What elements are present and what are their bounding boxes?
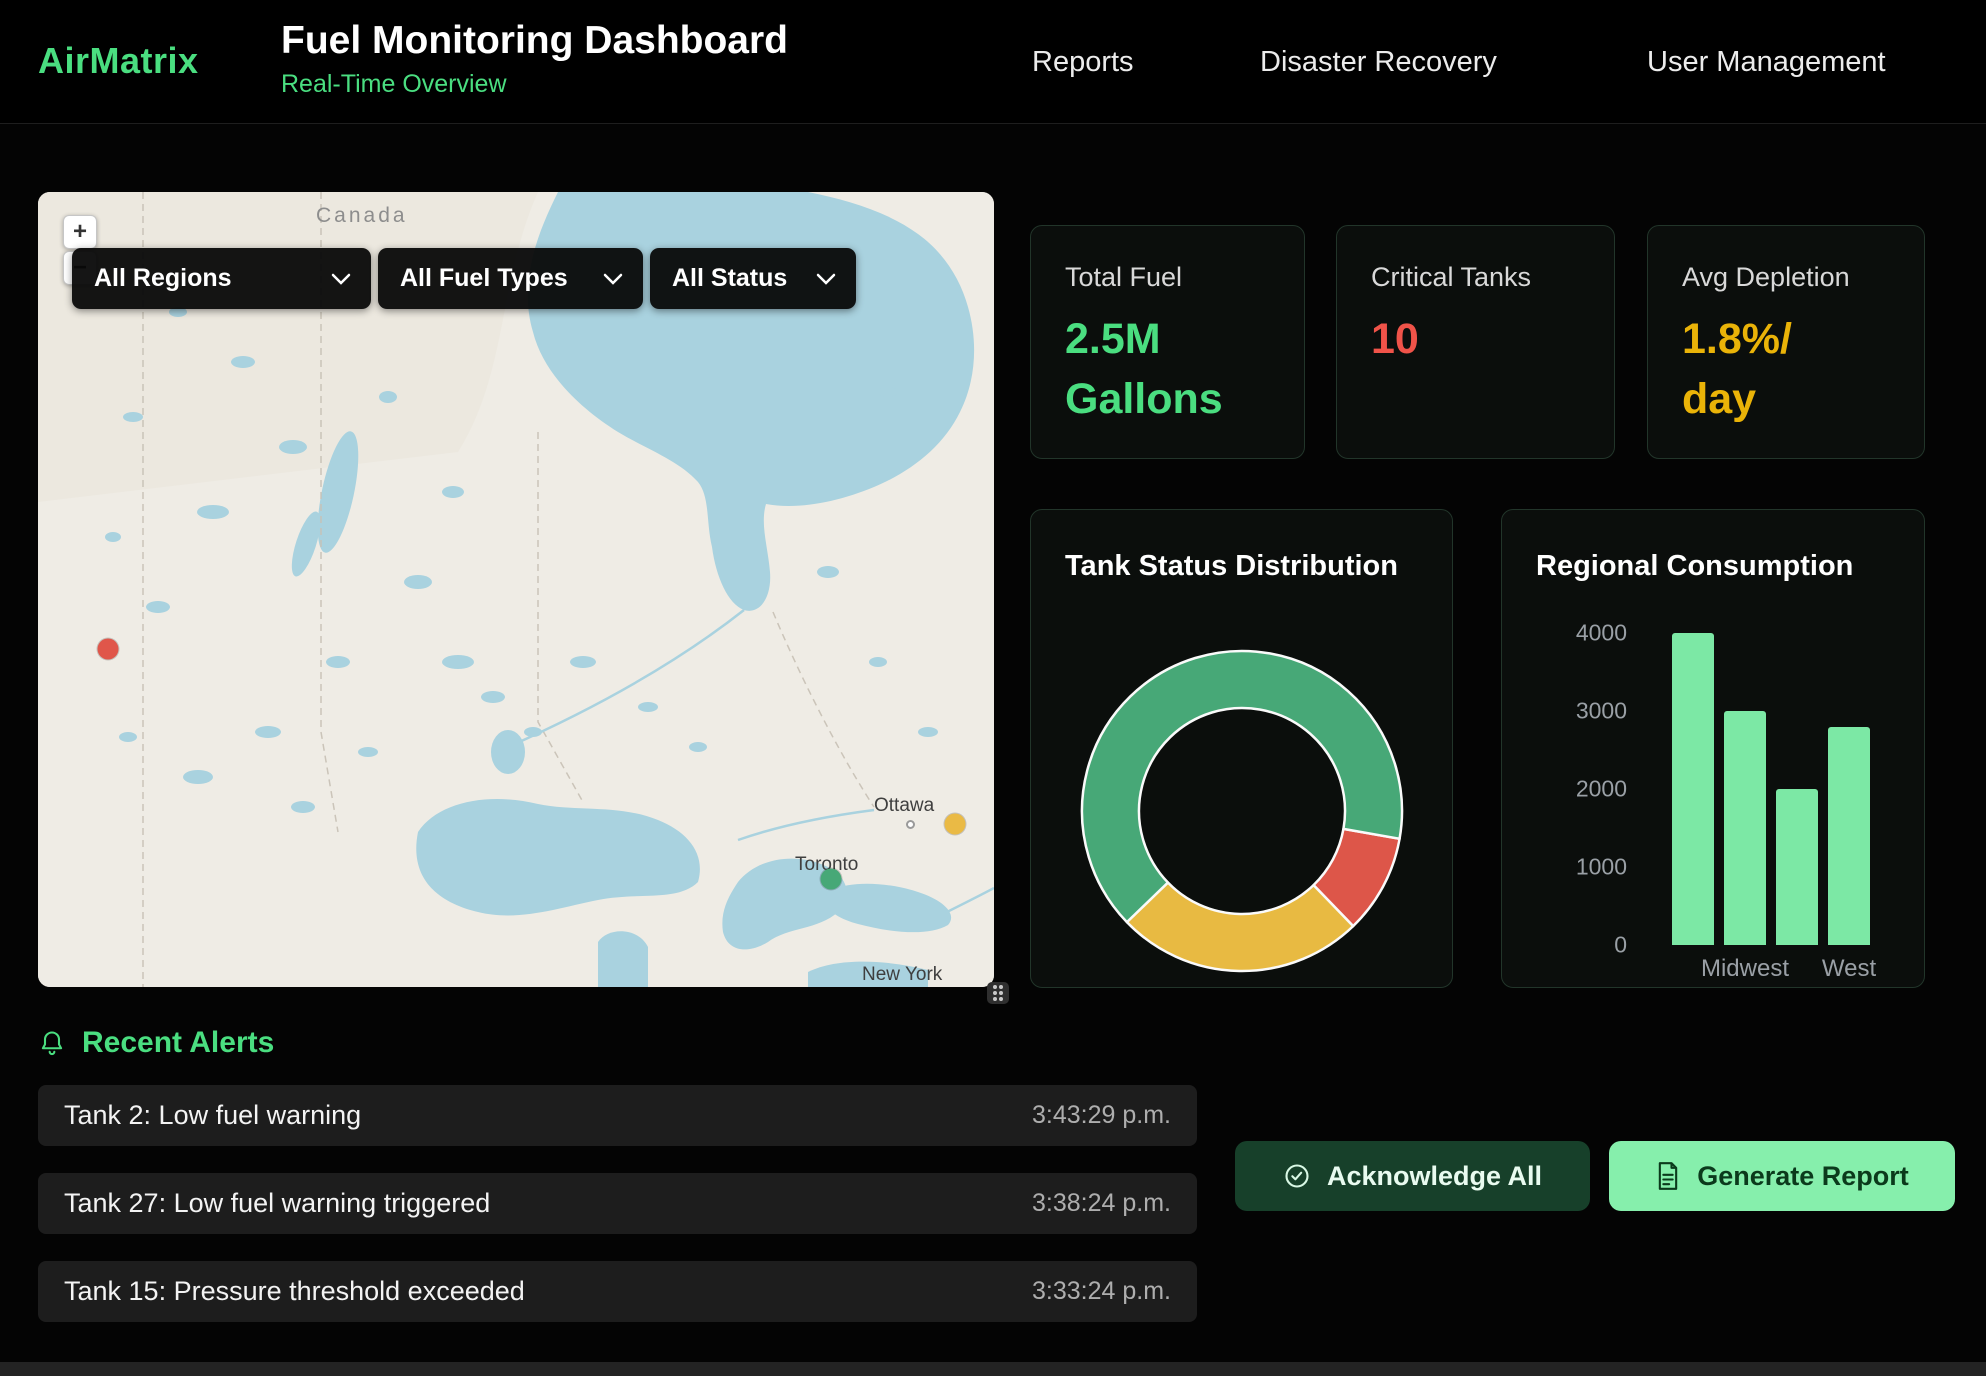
map-label-new-york: New York xyxy=(862,964,942,986)
filter-regions-label: All Regions xyxy=(94,264,232,293)
check-circle-icon xyxy=(1283,1162,1311,1190)
filter-status-dropdown[interactable]: All Status xyxy=(650,248,856,309)
filter-fuel-types-dropdown[interactable]: All Fuel Types xyxy=(378,248,643,309)
stat-value-line: 10 xyxy=(1371,309,1580,369)
map-panel[interactable]: + − All Regions All Fuel Types All Statu… xyxy=(38,192,994,987)
recent-alerts-title: Recent Alerts xyxy=(82,1026,274,1060)
recent-alerts-heading: Recent Alerts xyxy=(38,1026,274,1060)
map-label-canada: Canada xyxy=(316,204,408,228)
title-block: Fuel Monitoring Dashboard Real-Time Over… xyxy=(281,18,788,99)
bar-2 xyxy=(1776,789,1818,945)
header: AirMatrix Fuel Monitoring Dashboard Real… xyxy=(0,0,1986,124)
nav-user-management[interactable]: User Management xyxy=(1647,0,1886,124)
alert-message: Tank 2: Low fuel warning xyxy=(64,1100,361,1131)
alert-row[interactable]: Tank 27: Low fuel warning triggered 3:38… xyxy=(38,1173,1197,1234)
stat-label: Avg Depletion xyxy=(1682,262,1890,293)
filter-status-label: All Status xyxy=(672,264,787,293)
donut-segment-warning xyxy=(1127,883,1353,971)
donut-chart xyxy=(1072,641,1412,981)
regional-consumption-card: Regional Consumption 0 1000 2000 3000 4000 M… xyxy=(1501,509,1925,988)
bar-3 xyxy=(1828,727,1870,945)
chart-title: Regional Consumption xyxy=(1536,550,1853,583)
alert-message: Tank 27: Low fuel warning triggered xyxy=(64,1188,490,1219)
stat-card-total-fuel: Total Fuel 2.5M Gallons xyxy=(1030,225,1305,459)
x-axis-label: Midwest xyxy=(1701,955,1789,983)
alert-message: Tank 15: Pressure threshold exceeded xyxy=(64,1276,525,1307)
nav-disaster-recovery[interactable]: Disaster Recovery xyxy=(1260,0,1497,124)
y-axis-tick: 4000 xyxy=(1576,620,1627,647)
map-zoom-in-button[interactable]: + xyxy=(63,215,97,249)
generate-report-label: Generate Report xyxy=(1697,1161,1909,1192)
alert-timestamp: 3:43:29 p.m. xyxy=(1032,1101,1171,1130)
bar-chart-y-axis: 01000200030004000 xyxy=(1502,633,1627,945)
bell-icon xyxy=(38,1029,66,1057)
page-subtitle: Real-Time Overview xyxy=(281,70,788,99)
stat-card-avg-depletion: Avg Depletion 1.8%/ day xyxy=(1647,225,1925,459)
stat-label: Critical Tanks xyxy=(1371,262,1580,293)
alert-row[interactable]: Tank 2: Low fuel warning 3:43:29 p.m. xyxy=(38,1085,1197,1146)
page-title: Fuel Monitoring Dashboard xyxy=(281,18,788,64)
bar-chart-plot: MidwestWest xyxy=(1642,633,1912,945)
ottawa-town-dot xyxy=(906,820,915,829)
y-axis-tick: 3000 xyxy=(1576,698,1627,725)
resize-handle[interactable] xyxy=(987,982,1009,1004)
chevron-down-icon xyxy=(603,273,623,285)
nav-reports[interactable]: Reports xyxy=(1032,0,1134,124)
stat-card-critical-tanks: Critical Tanks 10 xyxy=(1336,225,1615,459)
acknowledge-all-button[interactable]: Acknowledge All xyxy=(1235,1141,1590,1211)
fuel-monitoring-dashboard: AirMatrix Fuel Monitoring Dashboard Real… xyxy=(0,0,1986,1376)
stat-value-line: Gallons xyxy=(1065,369,1270,429)
y-axis-tick: 2000 xyxy=(1576,776,1627,803)
map-marker-normal[interactable] xyxy=(821,869,842,890)
generate-report-button[interactable]: Generate Report xyxy=(1609,1141,1955,1211)
stat-value-line: 1.8%/ xyxy=(1682,309,1890,369)
bottom-strip xyxy=(0,1362,1986,1376)
map-marker-critical[interactable] xyxy=(98,639,119,660)
y-axis-tick: 0 xyxy=(1614,932,1627,959)
stat-value: 10 xyxy=(1371,309,1580,369)
x-axis-label: West xyxy=(1822,955,1876,983)
stat-label: Total Fuel xyxy=(1065,262,1270,293)
filter-regions-dropdown[interactable]: All Regions xyxy=(72,248,371,309)
stat-value-line: day xyxy=(1682,369,1890,429)
chart-title: Tank Status Distribution xyxy=(1065,550,1398,583)
alert-row[interactable]: Tank 15: Pressure threshold exceeded 3:3… xyxy=(38,1261,1197,1322)
stat-value: 2.5M Gallons xyxy=(1065,309,1270,429)
document-icon xyxy=(1655,1162,1681,1190)
tank-status-distribution-card: Tank Status Distribution xyxy=(1030,509,1453,988)
brand-logo[interactable]: AirMatrix xyxy=(38,40,199,82)
stat-value-line: 2.5M xyxy=(1065,309,1270,369)
filter-fuel-types-label: All Fuel Types xyxy=(400,264,568,293)
chevron-down-icon xyxy=(331,273,351,285)
acknowledge-all-label: Acknowledge All xyxy=(1327,1161,1542,1192)
chevron-down-icon xyxy=(816,273,836,285)
stat-value: 1.8%/ day xyxy=(1682,309,1890,429)
alert-timestamp: 3:33:24 p.m. xyxy=(1032,1277,1171,1306)
y-axis-tick: 1000 xyxy=(1576,854,1627,881)
map-label-ottawa: Ottawa xyxy=(874,795,934,817)
map-filter-bar: All Regions All Fuel Types All Status xyxy=(72,248,856,309)
map-marker-warning[interactable] xyxy=(945,814,966,835)
alert-timestamp: 3:38:24 p.m. xyxy=(1032,1189,1171,1218)
bar-1 xyxy=(1724,711,1766,945)
bar-0 xyxy=(1672,633,1714,945)
